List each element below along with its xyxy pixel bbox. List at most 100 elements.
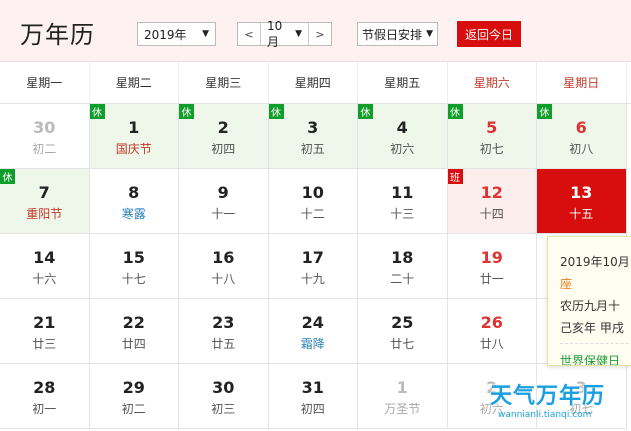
lunar-date: 初八 [569, 142, 594, 156]
year-select[interactable]: 2019年 ▼ [137, 22, 216, 46]
weekday-label: 星期日 [537, 62, 627, 103]
day-cell[interactable]: 休 4 初六 [358, 104, 448, 169]
day-cell[interactable]: 11 十三 [358, 169, 448, 234]
next-month-button[interactable]: > [309, 23, 331, 45]
day-number: 1 [128, 118, 140, 137]
lunar-date: 廿八 [479, 337, 504, 351]
holiday-badge: 休 [268, 104, 284, 119]
day-cell[interactable]: 1 万圣节 [358, 364, 448, 429]
day-number: 6 [575, 118, 587, 137]
day-cell[interactable]: 28 初一 [0, 364, 90, 429]
popup-date: 2019年10月 [560, 255, 630, 269]
chevron-down-icon: ▼ [426, 29, 433, 39]
popup-event[interactable]: 世界保健日 [560, 350, 631, 365]
day-cell[interactable]: 29 初二 [89, 364, 179, 429]
day-number: 3 [307, 118, 319, 137]
weekday-label: 星期五 [358, 62, 448, 103]
day-cell[interactable]: 21 廿三 [0, 299, 90, 364]
day-cell[interactable]: 26 廿八 [447, 299, 537, 364]
holiday-select[interactable]: 节假日安排 ▼ [357, 22, 438, 46]
day-number: 18 [391, 248, 414, 267]
day-number: 13 [570, 183, 593, 202]
year-select-value: 2019年 [144, 27, 187, 42]
day-cell[interactable]: 25 廿七 [358, 299, 448, 364]
holiday-badge: 休 [179, 104, 194, 119]
day-cell[interactable]: 3 初七 [537, 364, 627, 429]
day-number: 9 [217, 183, 229, 202]
day-cell[interactable]: 24 霜降 [268, 299, 358, 364]
day-cell[interactable]: 30 初二 [0, 104, 90, 169]
day-number: 29 [122, 378, 145, 397]
day-number: 7 [38, 183, 50, 202]
day-cell[interactable]: 30 初三 [179, 364, 269, 429]
day-cell[interactable]: 19 廿一 [447, 234, 537, 299]
day-number: 22 [122, 313, 145, 332]
popup-zodiac: 座 [560, 277, 573, 291]
day-number: 5 [486, 118, 498, 137]
day-number: 15 [122, 248, 145, 267]
day-cell[interactable]: 17 十九 [268, 234, 358, 299]
day-cell[interactable]: 休 3 初五 [268, 104, 358, 169]
month-selector: < 10月 ▼ > [237, 19, 332, 49]
lunar-date: 初二 [121, 402, 146, 416]
day-cell[interactable]: 8 寒露 [89, 169, 179, 234]
back-to-today-button[interactable]: 返回今日 [457, 21, 521, 47]
day-cell[interactable]: 休 5 初七 [447, 104, 537, 169]
lunar-date: 初六 [479, 402, 504, 416]
day-number: 14 [33, 248, 56, 267]
lunar-date: 十八 [211, 272, 236, 286]
day-cell[interactable]: 23 廿五 [179, 299, 269, 364]
day-cell[interactable]: 休 6 初八 [537, 104, 627, 169]
popup-ganzhi: 己亥年 甲戌 [560, 321, 624, 335]
lunar-date: 寒露 [121, 207, 146, 221]
day-number: 16 [212, 248, 235, 267]
day-cell[interactable]: 休 1 国庆节 [89, 104, 179, 169]
lunar-date: 十七 [121, 272, 146, 286]
holiday-badge: 休 [89, 104, 105, 119]
day-cell[interactable]: 2 初六 [447, 364, 537, 429]
lunar-date: 初七 [569, 402, 594, 416]
weekday-label: 星期三 [179, 62, 269, 103]
chevron-down-icon: ▼ [295, 29, 302, 39]
day-cell[interactable]: 18 二十 [358, 234, 448, 299]
lunar-date: 十三 [390, 207, 415, 221]
calendar-header: 万年历 2019年 ▼ < 10月 ▼ > 节假日安排 ▼ 返回今日 [0, 0, 631, 62]
lunar-date: 重阳节 [26, 207, 63, 221]
weekday-label: 星期二 [90, 62, 179, 103]
lunar-date: 初一 [32, 402, 57, 416]
day-number: 26 [480, 313, 503, 332]
lunar-date: 国庆节 [115, 142, 152, 156]
month-select[interactable]: 10月 ▼ [260, 19, 309, 49]
day-number: 24 [301, 313, 324, 332]
prev-month-button[interactable]: < [238, 23, 260, 45]
day-cell-today[interactable]: 13 十五 [537, 169, 627, 234]
lunar-date: 初五 [300, 142, 325, 156]
day-number: 17 [301, 248, 324, 267]
lunar-date: 二十 [390, 272, 415, 286]
day-cell[interactable]: 15 十七 [89, 234, 179, 299]
day-number: 11 [391, 183, 414, 202]
holiday-badge: 休 [0, 169, 15, 184]
day-cell[interactable]: 22 廿四 [89, 299, 179, 364]
month-select-value: 10月 [267, 18, 283, 49]
weekday-label: 星期六 [448, 62, 537, 103]
day-number: 23 [212, 313, 235, 332]
day-cell[interactable]: 9 十一 [179, 169, 269, 234]
day-cell[interactable]: 休 2 初四 [179, 104, 269, 169]
day-number: 12 [480, 183, 503, 202]
day-cell[interactable]: 14 十六 [0, 234, 90, 299]
holiday-badge: 休 [537, 104, 552, 119]
day-cell[interactable]: 班 12 十四 [447, 169, 537, 234]
lunar-date: 十六 [32, 272, 57, 286]
lunar-date: 初二 [32, 142, 57, 156]
lunar-date: 廿五 [211, 337, 236, 351]
weekday-label: 星期一 [0, 62, 90, 103]
day-cell[interactable]: 31 初四 [268, 364, 358, 429]
day-cell[interactable]: 10 十二 [268, 169, 358, 234]
day-number: 8 [128, 183, 140, 202]
lunar-date: 廿四 [121, 337, 146, 351]
day-cell[interactable]: 16 十八 [179, 234, 269, 299]
day-number: 3 [575, 378, 587, 397]
day-cell[interactable]: 休 7 重阳节 [0, 169, 90, 234]
day-number: 2 [486, 378, 498, 397]
